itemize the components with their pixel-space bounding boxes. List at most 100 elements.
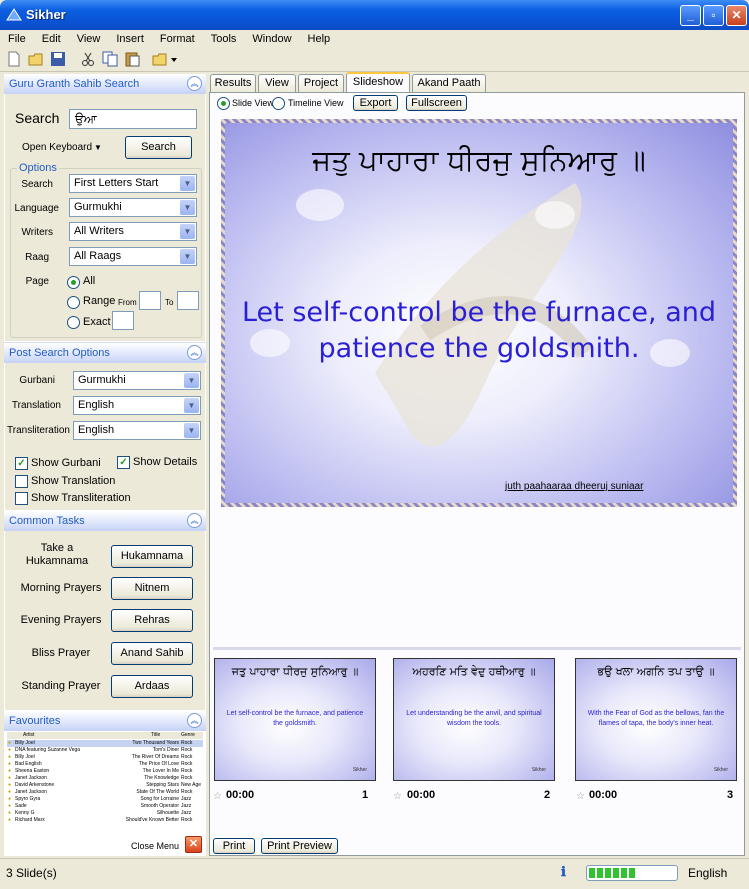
common-tasks-title: Common Tasks <box>9 515 85 527</box>
ardaas-button[interactable]: Ardaas <box>111 675 193 698</box>
star-icon[interactable]: ☆ <box>213 791 222 802</box>
open-recent-icon[interactable] <box>152 51 180 67</box>
paste-icon[interactable] <box>124 51 140 67</box>
title-bar: Sikher _ ▫ ✕ <box>0 0 749 30</box>
info-icon[interactable]: ℹ <box>561 864 575 880</box>
raag-select[interactable]: All Raags ▼ <box>69 247 197 266</box>
menu-view[interactable]: View <box>69 30 109 48</box>
copy-icon[interactable] <box>102 51 118 67</box>
show-gurbani-checkbox[interactable]: ✓ <box>15 457 28 470</box>
slide-gurmukhi: ਜਤੁ ਪਾਹਾਰਾ ਧੀਰਜੁ ਸੁਨਿਆਰੁ ॥ <box>312 143 646 177</box>
tab-results[interactable]: Results <box>210 74 256 92</box>
favourites-panel: Artist Title Genre ● Billy Joel Two Thousa… <box>4 731 206 856</box>
close-button[interactable]: ✕ <box>726 5 747 26</box>
menu-help[interactable]: Help <box>300 30 339 48</box>
favourite-row[interactable]: ● Richard Marx Should've Known Better Rock <box>7 817 203 824</box>
star-icon[interactable]: ☆ <box>393 791 402 802</box>
tab-view[interactable]: View <box>258 74 296 92</box>
gurbani-select[interactable]: Gurmukhi ▼ <box>73 371 201 390</box>
cut-icon[interactable] <box>80 51 96 67</box>
timeline-view-radio[interactable] <box>272 97 285 110</box>
menu-file[interactable]: File <box>0 30 34 48</box>
anand-sahib-button[interactable]: Anand Sahib <box>111 642 193 665</box>
favourite-row[interactable]: ● DNA featuring Suzanne Vega Tom's Diner Ro… <box>7 747 203 754</box>
favourite-row[interactable]: ● Janet Jackson The Knowledge Rock <box>7 775 203 782</box>
search-button[interactable]: Search <box>125 136 192 159</box>
new-file-icon[interactable] <box>6 51 22 67</box>
range-from-input[interactable] <box>139 291 161 310</box>
save-icon[interactable] <box>50 51 66 67</box>
post-search-header[interactable]: Post Search Options ︽ <box>4 343 206 363</box>
search-input[interactable]: ਉਆ <box>69 109 197 129</box>
favourites-header[interactable]: Favourites ︽ <box>4 711 206 731</box>
chevron-down-icon[interactable]: ▼ <box>180 249 195 264</box>
rehras-button[interactable]: Rehras <box>111 609 193 632</box>
favourite-icon: ● <box>8 768 12 774</box>
language-select[interactable]: Gurmukhi ▼ <box>69 198 197 217</box>
tab-slideshow[interactable]: Slideshow <box>346 72 410 93</box>
favourite-row[interactable]: ● Billy Joel Two Thousand Years Rock <box>7 740 203 747</box>
favourite-row[interactable]: ● Spyro Gyra Song for Lorraine Jazz <box>7 796 203 803</box>
favourite-row[interactable]: ● Sheena Easton The Lover In Me Rock <box>7 768 203 775</box>
show-details-checkbox[interactable]: ✓ <box>117 456 130 469</box>
hukamnama-button[interactable]: Hukamnama <box>111 545 193 568</box>
favourite-row[interactable]: ● Kenny G Silhouette Jazz <box>7 810 203 817</box>
menu-tools[interactable]: Tools <box>203 30 245 48</box>
writers-select[interactable]: All Writers ▼ <box>69 222 197 241</box>
close-menu-icon[interactable]: ✕ <box>185 836 202 853</box>
tab-akand-paath[interactable]: Akand Paath <box>412 74 486 92</box>
translation-select[interactable]: English ▼ <box>73 396 201 415</box>
fav-genre: Rock <box>181 817 193 823</box>
chevron-down-icon[interactable]: ▼ <box>180 176 195 191</box>
keyboard-dropdown-icon[interactable]: ▼ <box>94 143 102 152</box>
menu-insert[interactable]: Insert <box>108 30 152 48</box>
collapse-chevron-icon[interactable]: ︽ <box>187 345 202 360</box>
fullscreen-button[interactable]: Fullscreen <box>406 95 467 111</box>
search-mode-select[interactable]: First Letters Start ▼ <box>69 174 197 193</box>
column-genre[interactable]: Genre <box>181 732 195 739</box>
tab-project[interactable]: Project <box>298 74 344 92</box>
export-button[interactable]: Export <box>353 95 398 111</box>
favourite-row[interactable]: ● Sade Smooth Operator Jazz <box>7 803 203 810</box>
open-keyboard-label[interactable]: Open Keyboard <box>22 142 92 153</box>
collapse-chevron-icon[interactable]: ︽ <box>187 76 202 91</box>
collapse-chevron-icon[interactable]: ︽ <box>187 513 202 528</box>
page-all-radio[interactable] <box>67 276 80 289</box>
print-preview-button[interactable]: Print Preview <box>261 838 338 854</box>
slide-thumbnail-2[interactable]: ਅਹਰਣਿ ਮਤਿ ਵੇਦੁ ਹਥੀਆਰੁ ॥ Let understanding… <box>393 658 555 781</box>
star-icon[interactable]: ☆ <box>576 791 585 802</box>
chevron-down-icon[interactable]: ▼ <box>184 398 199 413</box>
slide-thumbnail-1[interactable]: ਜਤੁ ਪਾਹਾਰਾ ਧੀਰਜੁ ਸੁਨਿਆਰੁ ॥ Let self-contr… <box>214 658 376 781</box>
open-folder-icon[interactable] <box>28 51 44 67</box>
common-tasks-header[interactable]: Common Tasks ︽ <box>4 511 206 531</box>
slide-preview[interactable]: ਜਤੁ ਪਾਹਾਰਾ ਧੀਰਜੁ ਸੁਨਿਆਰੁ ॥ Let self-cont… <box>221 119 737 507</box>
chevron-down-icon[interactable]: ▼ <box>180 200 195 215</box>
page-range-radio[interactable] <box>67 296 80 309</box>
show-transliteration-checkbox[interactable] <box>15 492 28 505</box>
show-translation-checkbox[interactable] <box>15 475 28 488</box>
chevron-down-icon[interactable]: ▼ <box>184 373 199 388</box>
favourite-row[interactable]: ● Bad English The Price Of Love Rock <box>7 761 203 768</box>
chevron-down-icon[interactable]: ▼ <box>180 224 195 239</box>
menu-window[interactable]: Window <box>244 30 299 48</box>
favourite-row[interactable]: ● Janet Jackson State Of The World Rock <box>7 789 203 796</box>
page-exact-radio[interactable] <box>67 316 80 329</box>
slide-view-radio[interactable] <box>217 97 230 110</box>
exact-page-input[interactable] <box>112 311 134 330</box>
range-to-input[interactable] <box>177 291 199 310</box>
slide-thumbnail-3[interactable]: ਭਉ ਖਲਾ ਅਗਨਿ ਤਪ ਤਾਉ ॥ With the Fear of God… <box>575 658 737 781</box>
column-title[interactable]: Title <box>151 732 160 739</box>
transliteration-select[interactable]: English ▼ <box>73 421 201 440</box>
menu-format[interactable]: Format <box>152 30 203 48</box>
menu-edit[interactable]: Edit <box>34 30 69 48</box>
column-artist[interactable]: Artist <box>23 732 34 739</box>
maximize-button[interactable]: ▫ <box>703 5 724 26</box>
favourite-row[interactable]: ● David Arkenstone Stepping Stars New Age <box>7 782 203 789</box>
minimize-button[interactable]: _ <box>680 5 701 26</box>
chevron-down-icon[interactable]: ▼ <box>184 423 199 438</box>
search-panel-header[interactable]: Guru Granth Sahib Search ︽ <box>4 74 206 94</box>
print-button[interactable]: Print <box>213 838 255 854</box>
nitnem-button[interactable]: Nitnem <box>111 577 193 600</box>
favourite-row[interactable]: ● Billy Joel The River Of Dreams Rock <box>7 754 203 761</box>
collapse-chevron-icon[interactable]: ︽ <box>187 713 202 728</box>
